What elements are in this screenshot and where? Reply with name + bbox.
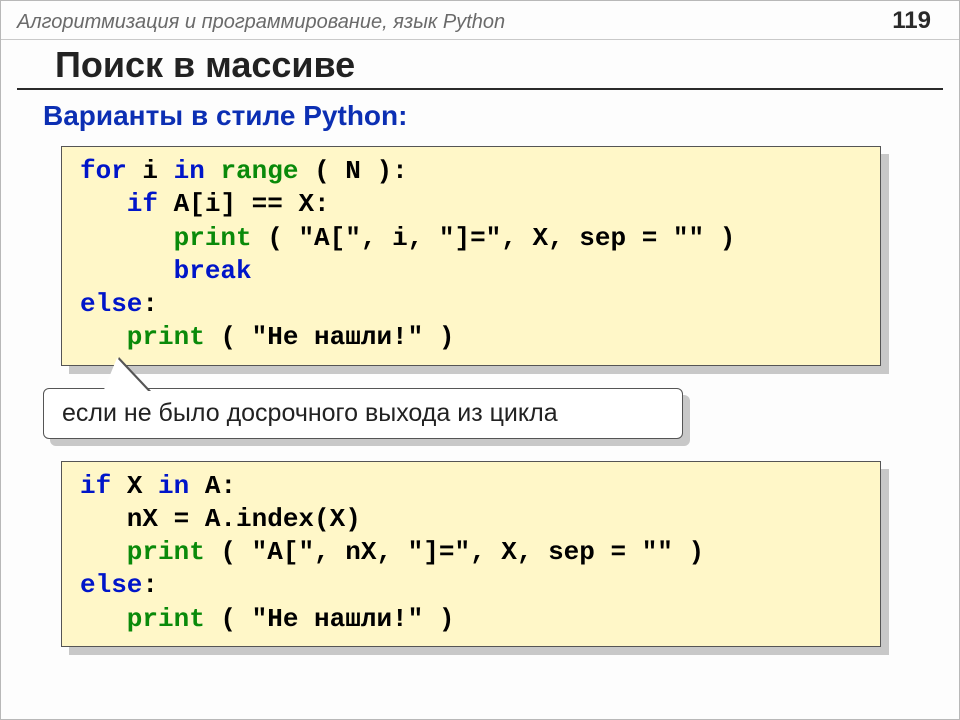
subtitle: Варианты в стиле Python:: [43, 100, 959, 132]
code-text: ( N ):: [298, 156, 407, 186]
code-content-1: for i in range ( N ): if A[i] == X: prin…: [61, 146, 881, 366]
code-text: ( "Не нашли!" ): [205, 604, 455, 634]
kw-if: if: [80, 471, 111, 501]
fn-print: print: [80, 604, 205, 634]
kw-else: else: [80, 570, 142, 600]
code-content-2: if X in A: nX = A.index(X) print ( "A[",…: [61, 461, 881, 647]
title-wrap: Поиск в массиве: [17, 44, 943, 90]
kw-break: break: [80, 256, 252, 286]
kw-in: in: [158, 471, 189, 501]
kw-for: for: [80, 156, 127, 186]
breadcrumb: Алгоритмизация и программирование, язык …: [17, 11, 505, 34]
fn-print: print: [80, 223, 252, 253]
code-text: nX = A.index(X): [80, 504, 361, 534]
code-text: X: [111, 471, 158, 501]
kw-if: if: [80, 189, 158, 219]
code-text: :: [142, 289, 158, 319]
code-text: ( "A[", i, "]=", X, sep = "" ): [252, 223, 736, 253]
code-text: :: [142, 570, 158, 600]
code-block-2: if X in A: nX = A.index(X) print ( "A[",…: [61, 461, 881, 647]
fn-print: print: [80, 322, 205, 352]
fn-print: print: [80, 537, 205, 567]
kw-else: else: [80, 289, 142, 319]
kw-in: in: [174, 156, 205, 186]
code-block-1: for i in range ( N ): if A[i] == X: prin…: [61, 146, 881, 366]
fn-range: range: [220, 156, 298, 186]
code-text: ( "A[", nX, "]=", X, sep = "" ): [205, 537, 704, 567]
code-text: A:: [189, 471, 236, 501]
code-text: A[i] == X:: [158, 189, 330, 219]
code-text: i: [127, 156, 174, 186]
callout-tail-icon: [103, 358, 149, 392]
top-bar: Алгоритмизация и программирование, язык …: [1, 1, 959, 40]
code-text: ( "Не нашли!" ): [205, 322, 455, 352]
callout-box: если не было досрочного выхода из цикла: [43, 388, 683, 439]
slide-page: Алгоритмизация и программирование, язык …: [0, 0, 960, 720]
page-title: Поиск в массиве: [55, 44, 943, 88]
code-text: [205, 156, 221, 186]
callout-text: если не было досрочного выхода из цикла: [43, 388, 683, 439]
page-number: 119: [892, 7, 931, 35]
